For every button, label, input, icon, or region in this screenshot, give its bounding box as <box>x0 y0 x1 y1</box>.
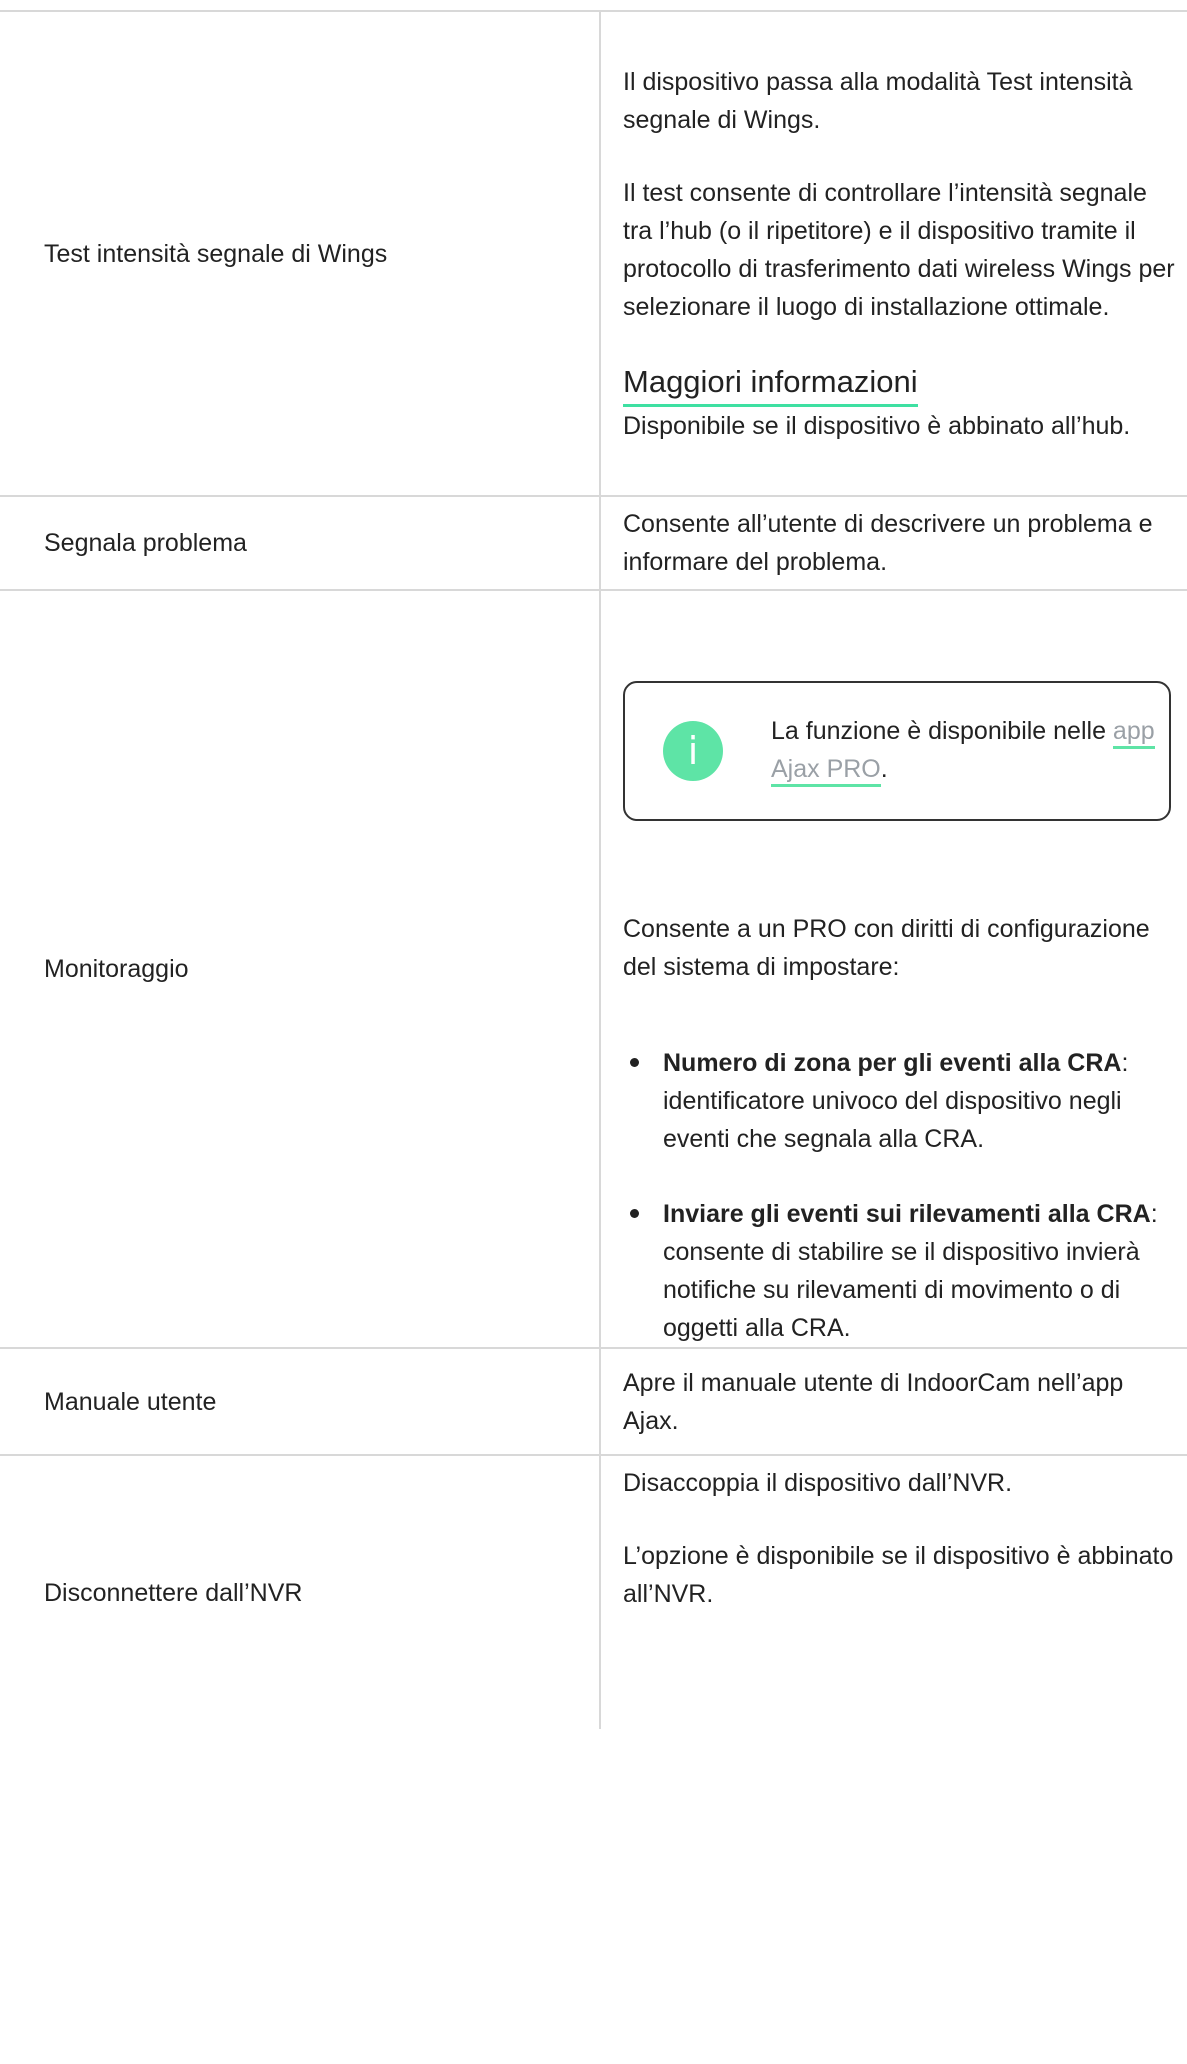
setting-name-label: Disconnettere dall’NVR <box>44 1578 303 1607</box>
list-item: Inviare gli eventi sui rilevamenti alla … <box>630 1195 1175 1347</box>
setting-name: Disconnettere dall’NVR <box>0 1454 601 1729</box>
table-row-user-manual: Manuale utente Apre il manuale utente di… <box>0 1347 1187 1456</box>
description-paragraph: L’opzione è disponibile se il dispositiv… <box>623 1542 1174 1608</box>
description-paragraph: Il test consente di controllare l’intens… <box>623 178 1175 321</box>
info-text-after: . <box>880 755 888 783</box>
monitoring-intro: Consente a un PRO con diritti di configu… <box>623 915 1150 981</box>
setting-description: Disaccoppia il dispositivo dall’NVR. L’o… <box>599 1454 1187 1729</box>
info-icon: i <box>663 721 723 781</box>
info-callout-text: La funzione è disponibile nelle app Ajax… <box>771 712 1159 788</box>
setting-name-label: Monitoraggio <box>44 955 189 983</box>
setting-name: Monitoraggio <box>0 589 601 1349</box>
table-row-report-problem: Segnala problema Consente all’utente di … <box>0 495 1187 591</box>
list-item-title: Inviare gli eventi sui rilevamenti alla … <box>663 1200 1151 1228</box>
table-row-wings-test: Test intensità segnale di Wings Il dispo… <box>0 10 1187 497</box>
description-paragraph: Consente all’utente di descrivere un pro… <box>623 510 1153 576</box>
setting-name-label: Manuale utente <box>44 1387 217 1416</box>
more-info-link[interactable]: Maggiori informazioni <box>623 362 918 407</box>
availability-note: Disponibile se il dispositivo è abbinato… <box>623 411 1131 440</box>
description-paragraph: Il dispositivo passa alla modalità Test … <box>623 67 1133 134</box>
settings-table: Test intensità segnale di Wings Il dispo… <box>0 10 1187 1729</box>
list-item-title: Numero di zona per gli eventi alla CRA <box>663 1049 1122 1077</box>
setting-name: Test intensità segnale di Wings <box>0 10 601 497</box>
list-item: Numero di zona per gli eventi alla CRA: … <box>630 1044 1175 1158</box>
info-callout: i La funzione è disponibile nelle app Aj… <box>623 681 1171 821</box>
setting-name: Segnala problema <box>0 495 601 591</box>
setting-description: Il dispositivo passa alla modalità Test … <box>599 10 1187 497</box>
setting-name: Manuale utente <box>0 1347 601 1456</box>
setting-description: Consente all’utente di descrivere un pro… <box>599 495 1187 591</box>
table-row-monitoring: Monitoraggio i La funzione è disponibile… <box>0 589 1187 1349</box>
setting-description: i La funzione è disponibile nelle app Aj… <box>599 589 1187 1349</box>
table-row-disconnect-nvr: Disconnettere dall’NVR Disaccoppia il di… <box>0 1454 1187 1729</box>
setting-name-label: Segnala problema <box>44 529 247 557</box>
setting-name-label: Test intensità segnale di Wings <box>44 239 388 268</box>
info-text-before: La funzione è disponibile nelle <box>771 717 1113 745</box>
description-paragraph: Apre il manuale utente di IndoorCam nell… <box>623 1368 1124 1435</box>
description-paragraph: Disaccoppia il dispositivo dall’NVR. <box>623 1469 1013 1497</box>
setting-description: Apre il manuale utente di IndoorCam nell… <box>599 1347 1187 1456</box>
monitoring-options-list: Numero di zona per gli eventi alla CRA: … <box>623 1044 1175 1347</box>
